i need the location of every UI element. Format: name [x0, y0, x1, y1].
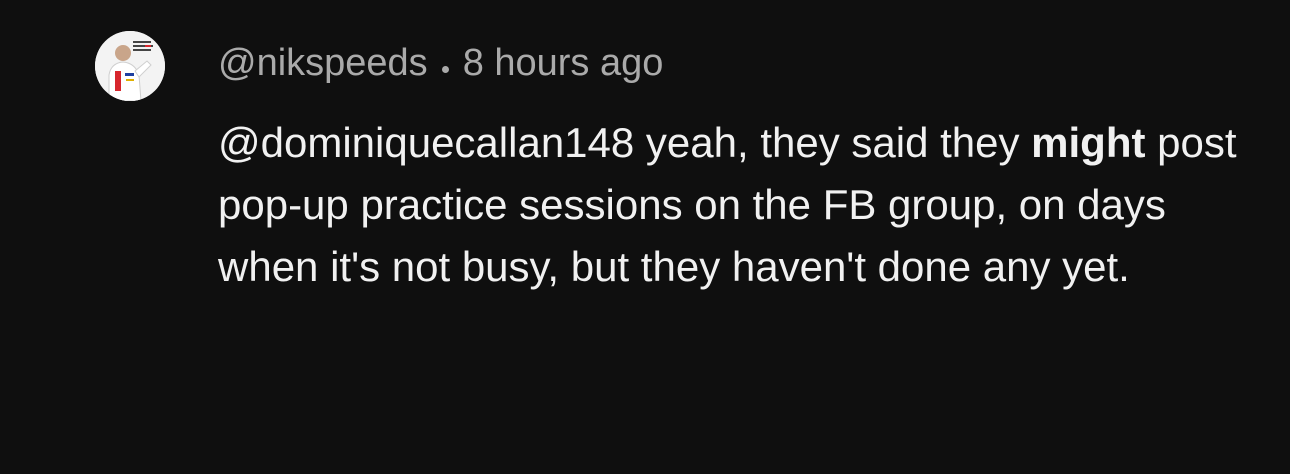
comment-bold-text: might: [1031, 119, 1146, 166]
comment-thread-item: @nikspeeds 8 hours ago @dominiquecallan1…: [0, 0, 1290, 474]
separator-dot: [441, 65, 449, 73]
comment-text-part: yeah, they said they: [634, 119, 1032, 166]
mention-link[interactable]: @dominiquecallan148: [218, 119, 634, 166]
avatar-poster-icon: [95, 31, 165, 101]
author-avatar[interactable]: [95, 31, 165, 101]
comment-timestamp[interactable]: 8 hours ago: [463, 42, 664, 85]
author-handle[interactable]: @nikspeeds: [218, 42, 428, 85]
comment-text: @dominiquecallan148 yeah, they said they…: [218, 112, 1258, 298]
comment-meta: @nikspeeds 8 hours ago: [218, 40, 663, 86]
